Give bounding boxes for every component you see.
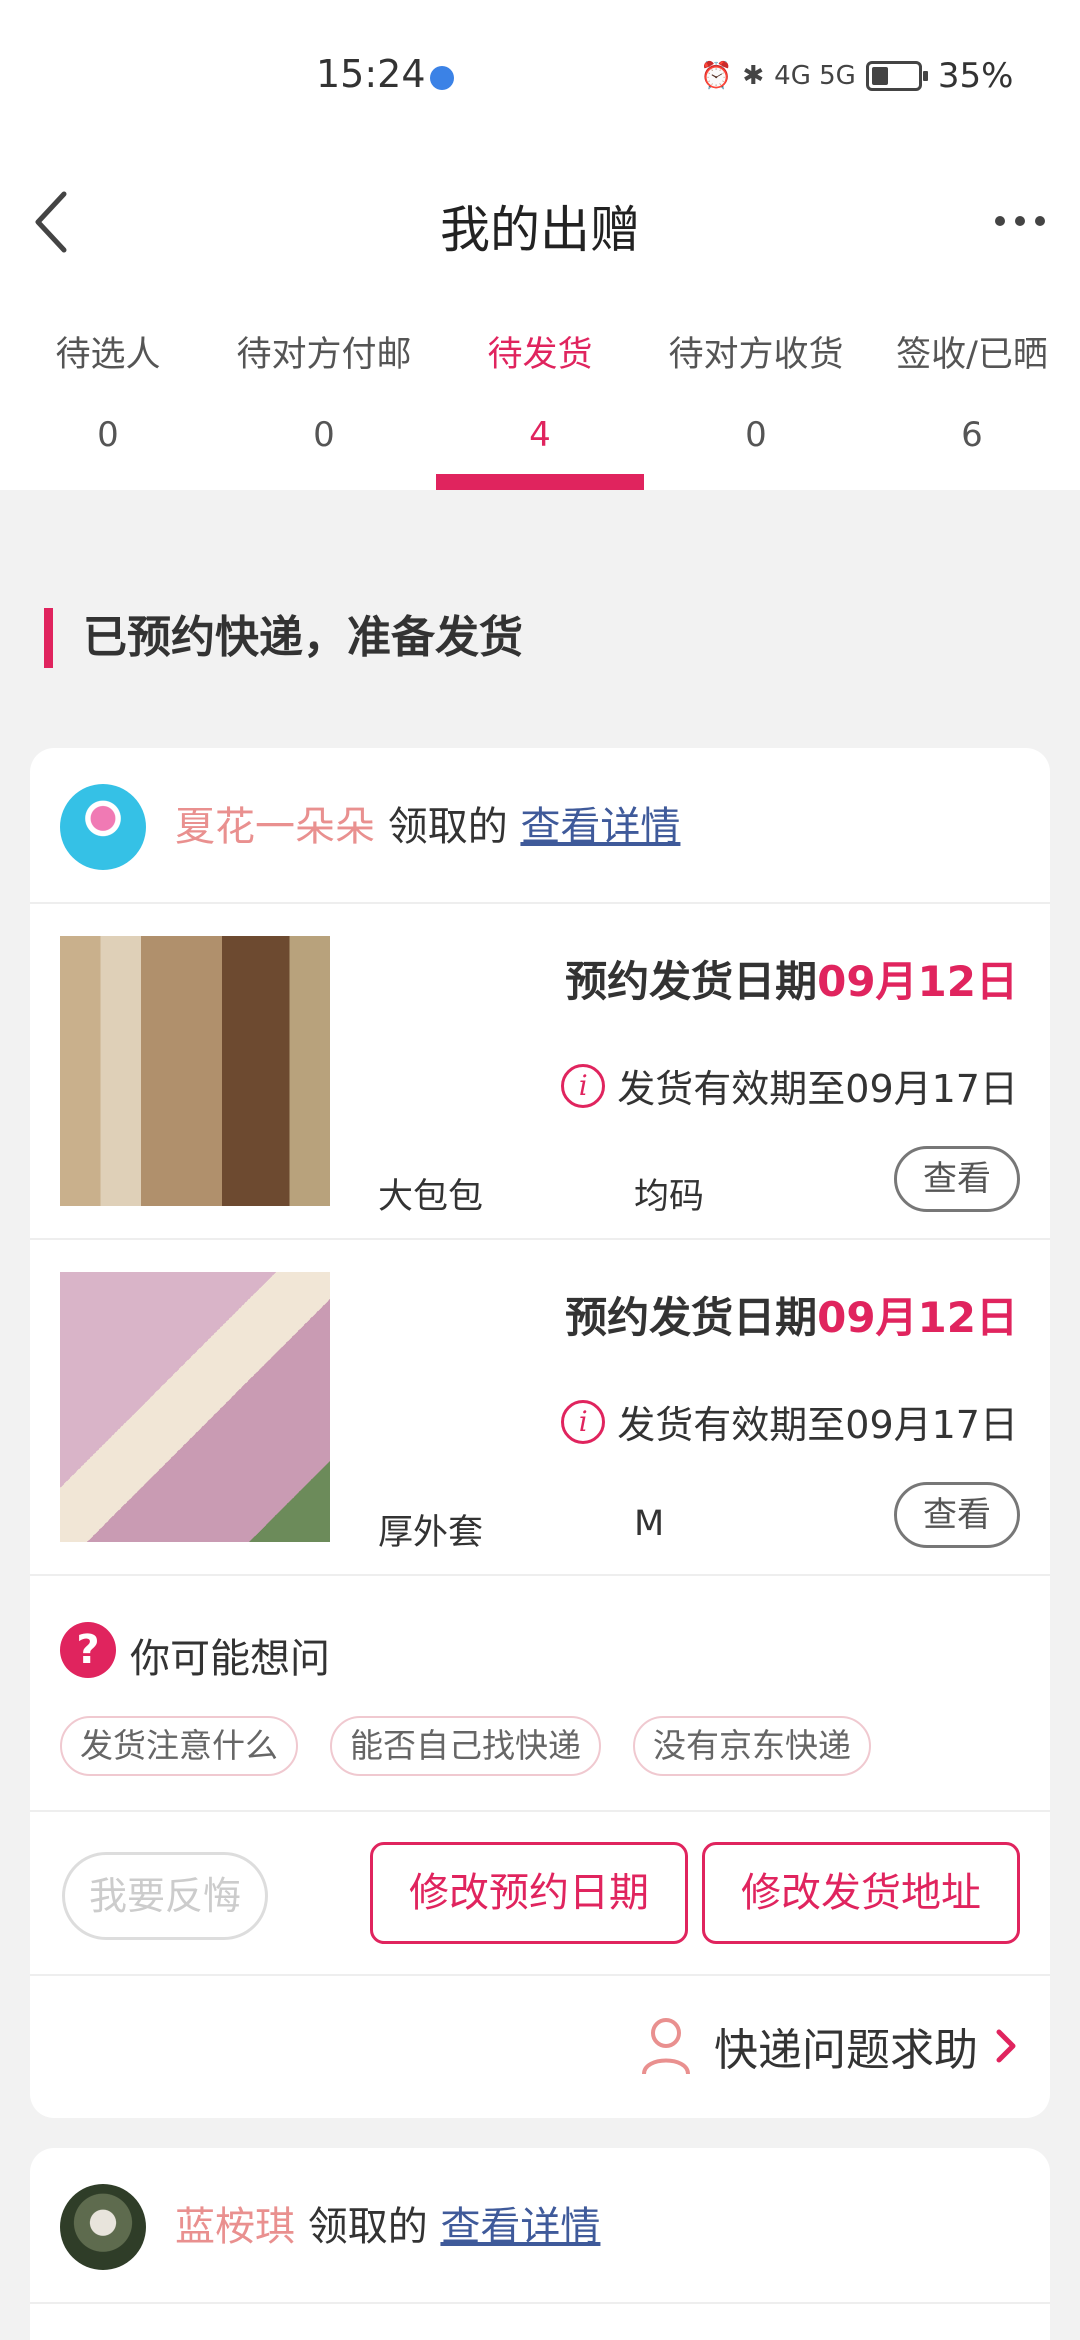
receiver-name[interactable]: 蓝桉琪 [175,2204,295,2250]
faq-chips: 发货注意什么 能否自己找快递 没有京东快递 [60,1716,871,1776]
receiver-name[interactable]: 夏花一朵朵 [175,804,375,850]
avatar[interactable] [60,2184,146,2270]
order-card-header: 蓝桉琪 领取的 查看详情 [30,2148,1050,2304]
tab-count: 6 [961,415,983,455]
item-size: 均码 [634,1177,705,1217]
tab-count: 4 [529,415,551,455]
schedule-date: 09月12日 [817,1293,1018,1342]
order-card: 蓝桉琪 领取的 查看详情 [30,2148,1050,2340]
tab-pending-select[interactable]: 待选人 0 [0,290,216,490]
alarm-icon: ⏰ [700,61,733,91]
view-detail-link[interactable]: 查看详情 [520,804,680,850]
view-item-button[interactable]: 查看 [894,1146,1020,1212]
schedule-label: 预约发货日期 [565,1293,818,1342]
ship-validity: i 发货有效期至09月17日 [561,1058,1018,1113]
info-icon: i [561,1063,606,1108]
order-item: 预约发货日期09月12日 i 发货有效期至09月17日 大包包 均码 查看 [30,904,1050,1240]
tab-label: 待对方收货 [668,335,844,375]
tab-pending-receive[interactable]: 待对方收货 0 [648,290,864,490]
schedule-label: 预约发货日期 [565,957,818,1006]
view-item-button[interactable]: 查看 [894,1482,1020,1548]
faq-title: 你可能想问 [130,1636,330,1682]
status-icons: ⏰ ✱ 4G 5G 35% [700,56,1013,96]
regret-button[interactable]: 我要反悔 [62,1852,268,1940]
question-icon: ? [60,1622,116,1678]
edit-date-button[interactable]: 修改预约日期 [370,1842,688,1944]
tab-label: 待发货 [487,335,593,375]
validity-text: 发货有效期至09月17日 [617,1403,1018,1447]
view-detail-link[interactable]: 查看详情 [440,2204,600,2250]
section-title: 已预约快递，准备发货 [44,608,523,668]
help-section: 快递问题求助 [30,1976,1050,2116]
tab-label: 签收/已晒 [896,335,1048,375]
tab-count: 0 [313,415,335,455]
status-tabs: 待选人 0 待对方付邮 0 待发货 4 待对方收货 0 签收/已晒 6 [0,290,1080,490]
tab-count: 0 [97,415,119,455]
chevron-right-icon [996,2029,1016,2063]
edit-address-button[interactable]: 修改发货地址 [702,1842,1020,1944]
avatar[interactable] [60,784,146,870]
status-time: 15:24 [316,52,426,96]
item-size: M [634,1504,665,1544]
tab-pending-ship[interactable]: 待发货 4 [432,290,648,490]
nav-bar: 我的出赠 [0,160,1080,290]
info-icon: i [561,1399,606,1444]
faq-chip[interactable]: 没有京东快递 [633,1716,871,1776]
received-text: 领取的 [307,2204,428,2250]
item-image[interactable] [60,1272,330,1542]
tab-label: 待选人 [55,335,161,375]
battery-percent: 35% [937,56,1014,96]
received-text: 领取的 [387,804,508,850]
item-name: 厚外套 [378,1513,484,1553]
order-card: 夏花一朵朵 领取的 查看详情 预约发货日期09月12日 i 发货有效期至09月1… [30,748,1050,2118]
help-text: 快递问题求助 [714,2025,978,2076]
ship-validity: i 发货有效期至09月17日 [561,1394,1018,1449]
order-card-header: 夏花一朵朵 领取的 查看详情 [30,748,1050,904]
validity-text: 发货有效期至09月17日 [617,1067,1018,1111]
signal-icon: 4G 5G [774,61,856,91]
tab-signed[interactable]: 签收/已晒 6 [864,290,1080,490]
page-title: 我的出赠 [440,201,640,259]
bluetooth-icon: ✱ [742,61,765,91]
ship-schedule: 预约发货日期09月12日 [565,1284,1018,1345]
courier-help-link[interactable]: 快递问题求助 [640,2014,1020,2078]
faq-chip[interactable]: 发货注意什么 [60,1716,298,1776]
order-item: 预约发货日期09月12日 i 发货有效期至09月17日 厚外套 M 查看 [30,1240,1050,1576]
faq-section: ? 你可能想问 发货注意什么 能否自己找快递 没有京东快递 [30,1576,1050,1812]
more-icon[interactable] [990,196,1050,246]
status-bar: 15:24 ⏰ ✱ 4G 5G 35% [0,0,1080,160]
order-actions: 我要反悔 修改预约日期 修改发货地址 [30,1812,1050,1976]
item-image[interactable] [60,936,330,1206]
tab-pending-postage[interactable]: 待对方付邮 0 [216,290,432,490]
tab-count: 0 [745,415,767,455]
receiver-line: 蓝桉琪 领取的 查看详情 [175,2194,600,2252]
location-dot-icon [430,66,454,90]
item-name: 大包包 [378,1177,484,1217]
receiver-line: 夏花一朵朵 领取的 查看详情 [175,794,680,852]
faq-chip[interactable]: 能否自己找快递 [330,1716,601,1776]
person-icon [642,2018,690,2075]
schedule-date: 09月12日 [817,957,1018,1006]
battery-icon [865,61,928,91]
ship-schedule: 预约发货日期09月12日 [565,948,1018,1009]
tab-label: 待对方付邮 [236,335,412,375]
